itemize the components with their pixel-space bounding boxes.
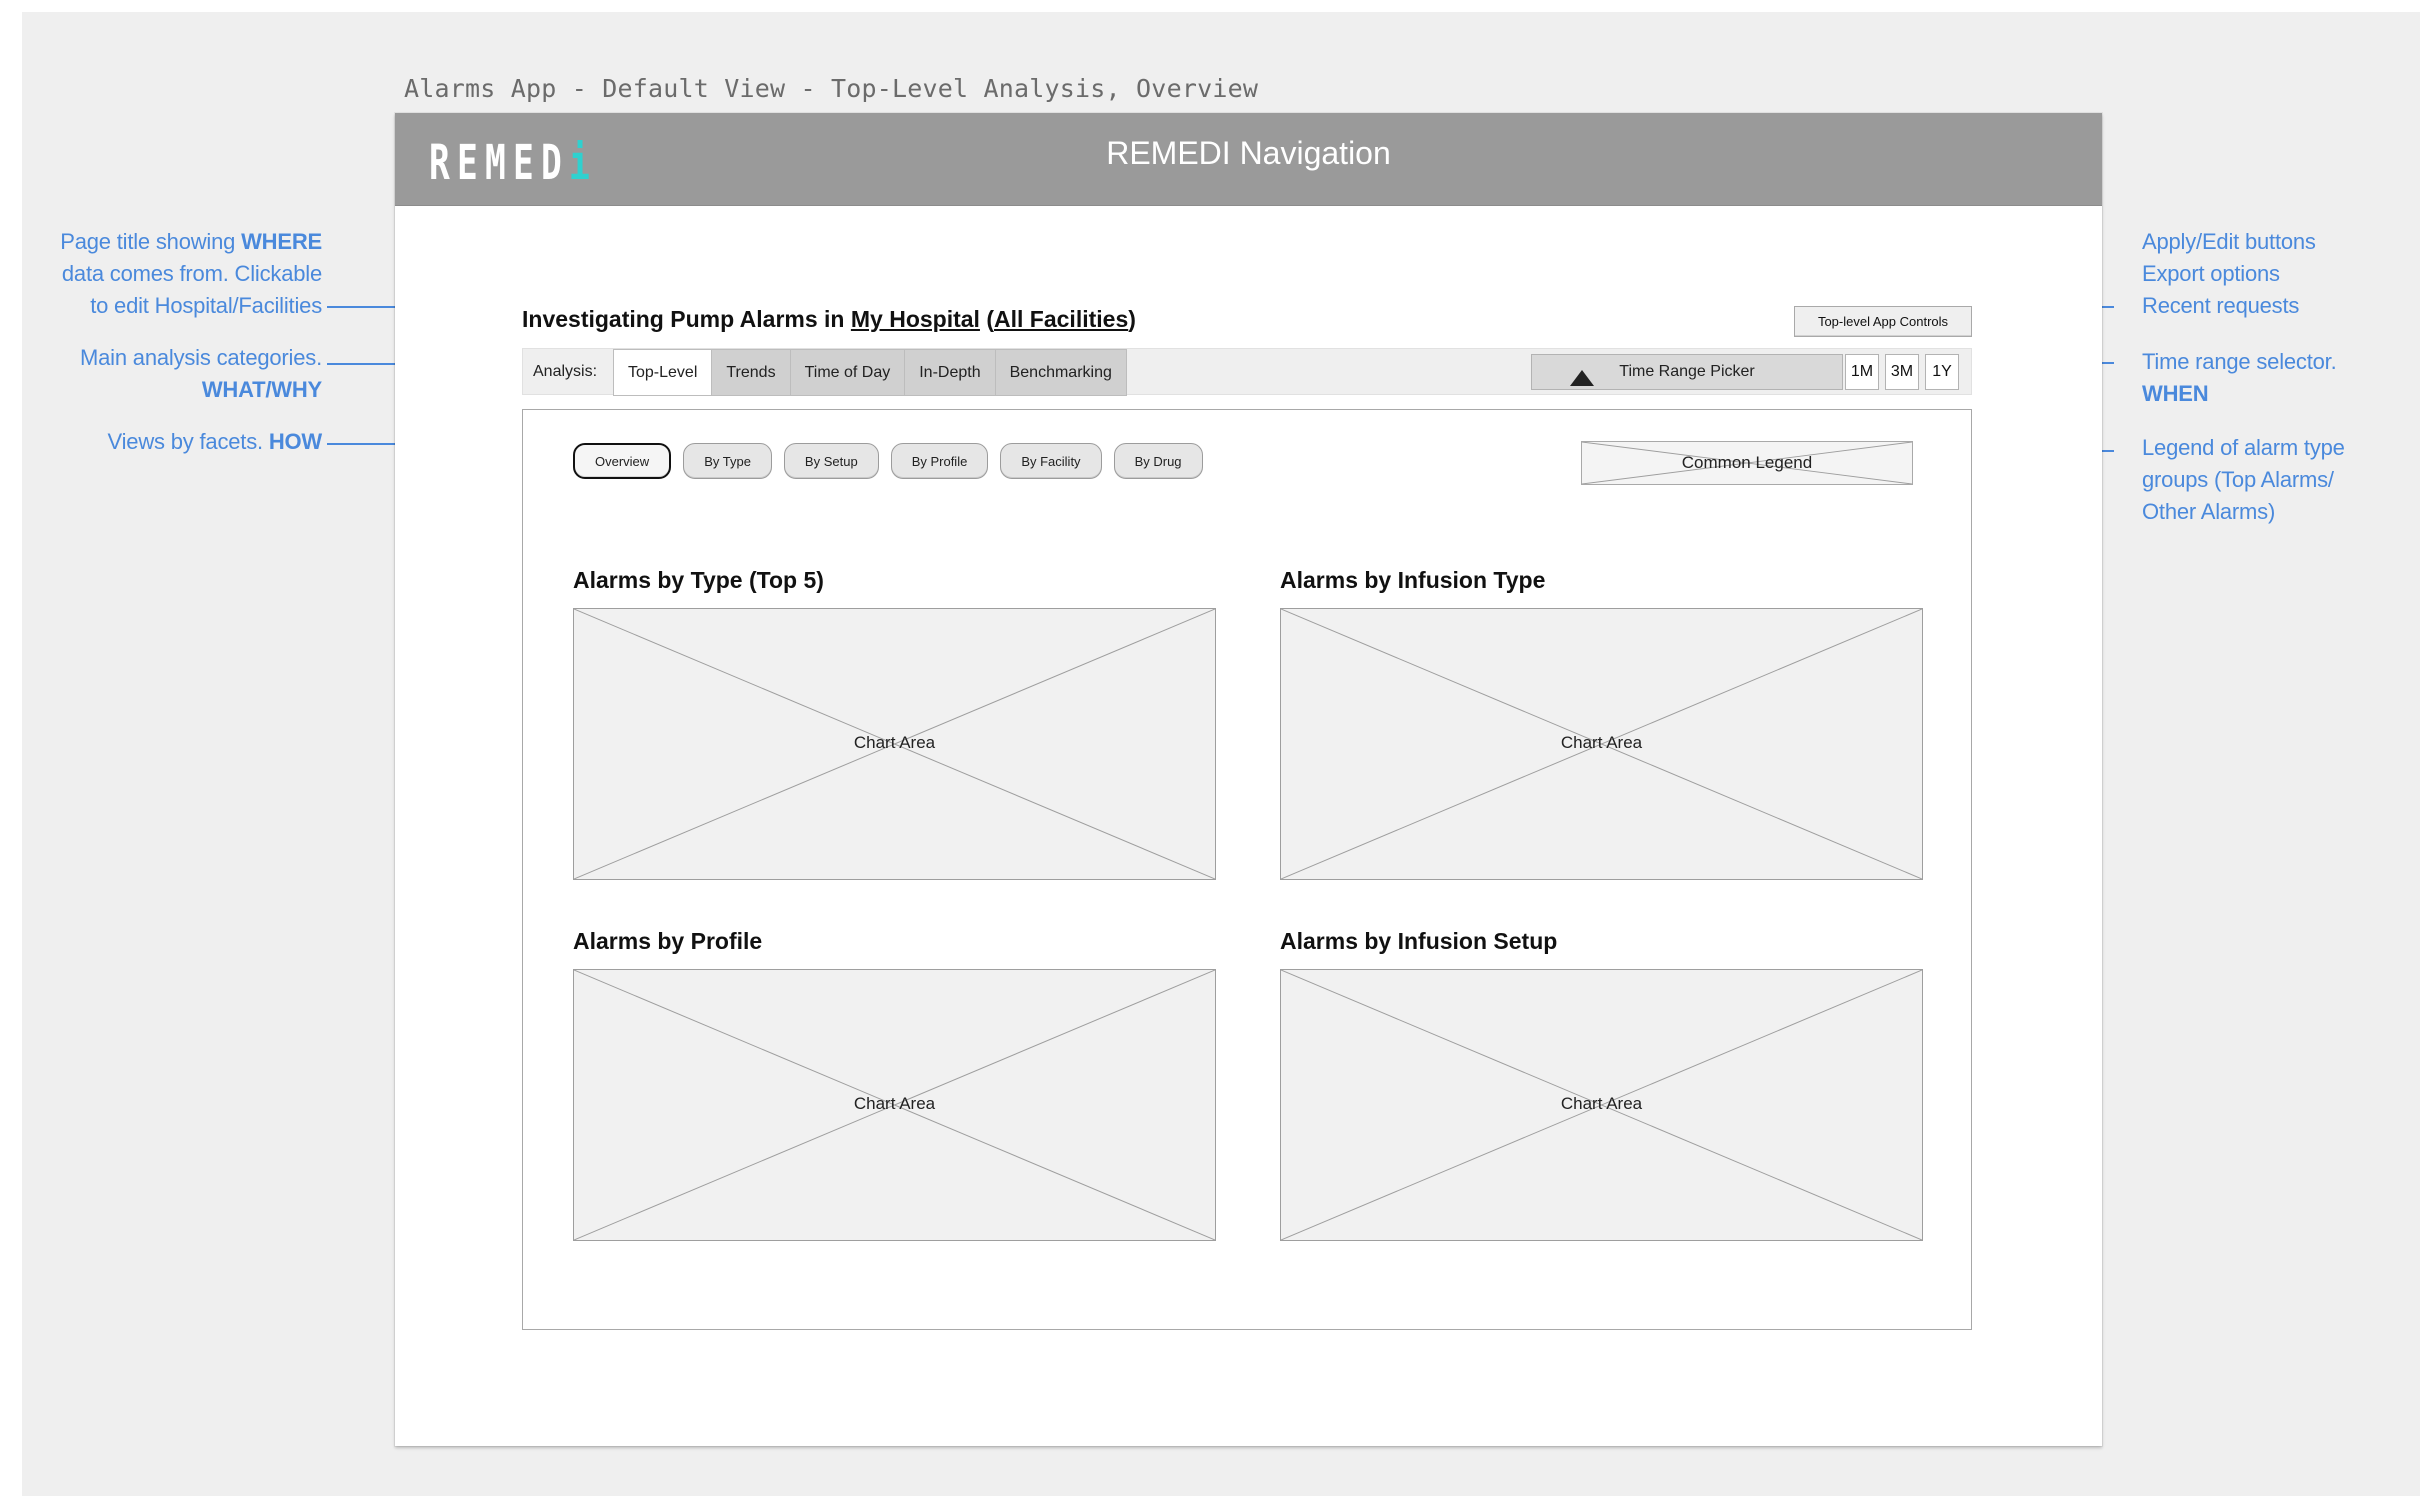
- analysis-tabs: Top-Level Trends Time of Day In-Depth Be…: [613, 349, 1127, 396]
- page-title: Investigating Pump Alarms in My Hospital…: [522, 306, 1136, 333]
- chart-title-alarms-by-type: Alarms by Type (Top 5): [573, 567, 824, 593]
- chart-area-alarms-by-profile: Chart Area: [573, 969, 1216, 1241]
- annotation-legend-line3: Other Alarms): [2142, 499, 2276, 524]
- annotation-where-line3: to edit Hospital/Facilities: [90, 293, 322, 318]
- page-title-close-paren: ): [1128, 306, 1136, 332]
- annotation-how-line1: Views by facets.: [107, 429, 269, 454]
- facet-by-drug[interactable]: By Drug: [1113, 443, 1203, 479]
- time-range-picker-label: Time Range Picker: [1619, 363, 1755, 380]
- facilities-link[interactable]: All Facilities: [994, 306, 1128, 332]
- canvas: Alarms App - Default View - Top-Level An…: [0, 0, 2420, 1496]
- annotation-how: Views by facets. HOW: [50, 426, 323, 458]
- analysis-bar: Analysis: Top-Level Trends Time of Day I…: [522, 348, 1972, 396]
- chart-area-alarms-by-infusion-setup: Chart Area: [1280, 969, 1923, 1241]
- main-panel: Overview By Type By Setup By Profile By …: [522, 409, 1972, 1330]
- chart-area-label: Chart Area: [853, 733, 936, 752]
- annotation-controls-line1: Apply/Edit buttons: [2142, 229, 2316, 254]
- navigation-bar: REMEDi REMEDI Navigation: [395, 113, 2102, 206]
- annotation-controls: Apply/Edit buttons Export options Recent…: [2142, 226, 2382, 322]
- artboard: Alarms App - Default View - Top-Level An…: [22, 12, 2420, 1496]
- hospital-link[interactable]: My Hospital: [851, 306, 980, 332]
- chart-title-alarms-by-infusion-setup: Alarms by Infusion Setup: [1280, 928, 1558, 954]
- tab-top-level[interactable]: Top-Level: [613, 349, 713, 396]
- tab-in-depth[interactable]: In-Depth: [905, 349, 996, 396]
- artboard-title: Alarms App - Default View - Top-Level An…: [404, 74, 1259, 103]
- annotation-where-line2: data comes from. Clickable: [61, 261, 322, 286]
- chart-area-label: Chart Area: [853, 1094, 936, 1113]
- page-title-prefix: Investigating Pump Alarms in: [522, 306, 851, 332]
- annotation-controls-line2: Export options: [2142, 261, 2280, 286]
- range-1y-button[interactable]: 1Y: [1925, 354, 1959, 390]
- range-1m-button[interactable]: 1M: [1845, 354, 1879, 390]
- annotation-time-bold: WHEN: [2142, 381, 2209, 406]
- chart-title-alarms-by-profile: Alarms by Profile: [573, 928, 763, 954]
- annotation-time-line1: Time range selector.: [2142, 349, 2337, 374]
- annotation-controls-line3: Recent requests: [2142, 293, 2300, 318]
- time-range-picker[interactable]: Time Range Picker: [1531, 354, 1843, 390]
- tab-benchmarking[interactable]: Benchmarking: [995, 349, 1127, 396]
- facet-by-setup[interactable]: By Setup: [783, 443, 879, 479]
- annotation-where: Page title showing WHERE data comes from…: [50, 226, 322, 322]
- facet-by-type[interactable]: By Type: [683, 443, 772, 479]
- analysis-label: Analysis:: [533, 363, 598, 380]
- annotation-what-bold: WHAT/WHY: [201, 377, 322, 402]
- tab-time-of-day[interactable]: Time of Day: [790, 349, 906, 396]
- annotation-how-bold: HOW: [268, 429, 322, 454]
- chart-area-label: Chart Area: [1560, 1094, 1643, 1113]
- range-buttons: 1M 3M 1Y: [1845, 354, 1959, 390]
- annotation-legend: Legend of alarm type groups (Top Alarms/…: [2142, 432, 2402, 528]
- navigation-title: REMEDI Navigation: [1106, 135, 1391, 171]
- facet-by-facility[interactable]: By Facility: [1000, 443, 1102, 479]
- facet-buttons: Overview By Type By Setup By Profile By …: [573, 443, 1203, 479]
- chart-area-label: Chart Area: [1560, 733, 1643, 752]
- chart-area-alarms-by-type: Chart Area: [573, 608, 1216, 880]
- triangle-up-icon: [1570, 370, 1594, 386]
- annotation-where-line1: Page title showing: [60, 229, 242, 254]
- common-legend[interactable]: Common Legend: [1581, 441, 1913, 485]
- annotation-where-bold: WHERE: [241, 229, 322, 254]
- app-window: REMEDi REMEDI Navigation Investigating P…: [395, 113, 2102, 1446]
- annotation-legend-line2: groups (Top Alarms/: [2142, 467, 2334, 492]
- tab-trends[interactable]: Trends: [712, 349, 791, 396]
- page-title-open-paren: (: [979, 306, 995, 332]
- annotation-what-line1: Main analysis categories.: [79, 345, 322, 370]
- annotation-time: Time range selector. WHEN: [2142, 346, 2382, 410]
- range-3m-button[interactable]: 3M: [1885, 354, 1919, 390]
- annotation-what: Main analysis categories. WHAT/WHY: [50, 342, 322, 406]
- common-legend-label: Common Legend: [1681, 453, 1813, 472]
- facet-by-profile[interactable]: By Profile: [890, 443, 989, 479]
- app-controls-button[interactable]: Top-level App Controls: [1794, 306, 1972, 337]
- facet-overview[interactable]: Overview: [573, 443, 672, 479]
- chart-title-alarms-by-infusion-type: Alarms by Infusion Type: [1280, 567, 1546, 593]
- annotation-legend-line1: Legend of alarm type: [2142, 435, 2345, 460]
- chart-area-alarms-by-infusion-type: Chart Area: [1280, 608, 1923, 880]
